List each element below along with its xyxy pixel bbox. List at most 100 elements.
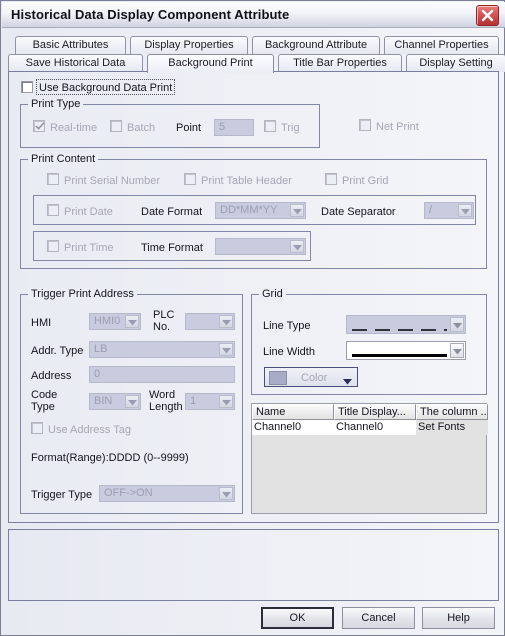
chevron-down-icon[interactable] bbox=[219, 395, 233, 408]
time-format-select[interactable] bbox=[215, 238, 306, 255]
date-format-select[interactable]: DD*MM*YY bbox=[215, 202, 306, 219]
tab-save-historical-data[interactable]: Save Historical Data bbox=[8, 54, 143, 72]
date-separator-select[interactable]: / bbox=[424, 202, 474, 219]
chevron-down-icon[interactable] bbox=[458, 204, 472, 217]
point-value: 5 bbox=[219, 121, 226, 133]
print-serial-number-checkbox[interactable] bbox=[47, 173, 59, 185]
table-column-the-column[interactable]: The column ... bbox=[416, 404, 488, 420]
plc-no-label: PLC No. bbox=[153, 309, 175, 333]
addr-type-select[interactable]: LB bbox=[89, 341, 235, 358]
hmi-value: HMI0 bbox=[94, 315, 121, 327]
line-width-select[interactable] bbox=[346, 341, 466, 360]
close-icon[interactable] bbox=[476, 5, 499, 26]
chevron-down-icon[interactable] bbox=[219, 343, 233, 356]
batch-checkbox[interactable] bbox=[110, 120, 122, 132]
trigger-type-value: OFF->ON bbox=[104, 487, 153, 499]
net-print-checkbox[interactable] bbox=[359, 119, 371, 131]
print-time-checkbox[interactable] bbox=[47, 240, 59, 252]
print-grid-checkbox[interactable] bbox=[325, 173, 337, 185]
line-type-select[interactable] bbox=[346, 315, 466, 334]
trigger-print-address-legend: Trigger Print Address bbox=[28, 288, 137, 300]
cancel-button[interactable]: Cancel bbox=[342, 607, 415, 629]
tab-background-print[interactable]: Background Print bbox=[147, 54, 274, 73]
word-length-label: Word Length bbox=[149, 389, 183, 413]
realtime-label: Real-time bbox=[50, 122, 98, 134]
print-time-subgroup: Print Time Time Format bbox=[33, 231, 311, 261]
table-column-name[interactable]: Name bbox=[252, 404, 334, 420]
tab-row-1: Basic Attributes Display Properties Back… bbox=[8, 36, 499, 54]
point-label: Point bbox=[176, 122, 202, 134]
point-input[interactable]: 5 bbox=[214, 119, 254, 136]
table-cell-set-fonts[interactable]: Set Fonts bbox=[416, 420, 488, 435]
print-time-label: Print Time bbox=[64, 242, 114, 254]
chevron-down-icon[interactable] bbox=[125, 315, 139, 328]
chevron-down-icon[interactable] bbox=[219, 487, 233, 500]
table-cell-title-display[interactable]: Channel0 bbox=[334, 420, 416, 435]
address-value: 0 bbox=[94, 368, 101, 380]
ok-button[interactable]: OK bbox=[261, 607, 334, 629]
batch-label: Batch bbox=[127, 122, 156, 134]
chevron-down-icon[interactable] bbox=[343, 376, 352, 388]
solid-line-icon bbox=[351, 349, 448, 361]
code-type-label: Code Type bbox=[31, 389, 58, 413]
tab-strip: Basic Attributes Display Properties Back… bbox=[8, 36, 505, 73]
chevron-down-icon[interactable] bbox=[125, 395, 139, 408]
print-content-legend: Print Content bbox=[28, 153, 99, 165]
title-bar: Historical Data Display Component Attrib… bbox=[2, 2, 505, 28]
line-type-label: Line Type bbox=[263, 320, 311, 332]
trigger-print-address-group: Trigger Print Address HMI HMI0 PLC No. A… bbox=[20, 288, 243, 514]
hmi-select[interactable]: HMI0 bbox=[89, 313, 141, 330]
page-title: Historical Data Display Component Attrib… bbox=[11, 7, 290, 22]
tab-basic-attributes[interactable]: Basic Attributes bbox=[15, 36, 126, 54]
footer-panel bbox=[8, 529, 499, 601]
plc-no-select[interactable] bbox=[185, 313, 235, 330]
line-width-label: Line Width bbox=[263, 346, 315, 358]
address-label: Address bbox=[31, 370, 72, 382]
chevron-down-icon[interactable] bbox=[219, 315, 233, 328]
tab-title-bar-properties[interactable]: Title Bar Properties bbox=[278, 54, 402, 72]
tab-row-2: Save Historical Data Background Print Ti… bbox=[8, 54, 505, 73]
table-row[interactable]: Channel0 Channel0 Set Fonts bbox=[252, 420, 488, 435]
use-address-tag-checkbox[interactable] bbox=[31, 422, 43, 434]
channel-table: Name Title Display... The column ... Cha… bbox=[251, 403, 488, 514]
print-table-header-checkbox[interactable] bbox=[184, 173, 196, 185]
code-type-select[interactable]: BIN bbox=[89, 393, 141, 410]
chevron-down-icon[interactable] bbox=[450, 317, 464, 332]
table-cell-name[interactable]: Channel0 bbox=[252, 420, 334, 435]
table-column-title-display[interactable]: Title Display... bbox=[334, 404, 416, 420]
grid-legend: Grid bbox=[259, 288, 286, 300]
grid-color-button[interactable]: Color bbox=[264, 367, 358, 387]
tab-background-attribute[interactable]: Background Attribute bbox=[252, 36, 380, 54]
print-type-group: Print Type Real-time Batch Point 5 Trig bbox=[20, 98, 320, 148]
trigger-type-label: Trigger Type bbox=[31, 489, 93, 501]
print-content-group: Print Content Print Serial Number Print … bbox=[20, 153, 487, 269]
chevron-down-icon[interactable] bbox=[290, 204, 304, 217]
code-type-value: BIN bbox=[94, 395, 113, 407]
color-swatch bbox=[269, 371, 287, 385]
tab-display-properties[interactable]: Display Properties bbox=[130, 36, 248, 54]
dialog-window: Historical Data Display Component Attrib… bbox=[0, 0, 505, 636]
address-input[interactable]: 0 bbox=[89, 366, 235, 383]
trig-checkbox[interactable] bbox=[264, 120, 276, 132]
tab-display-setting[interactable]: Display Setting bbox=[406, 54, 505, 72]
help-button[interactable]: Help bbox=[422, 607, 495, 629]
print-date-checkbox[interactable] bbox=[47, 204, 59, 216]
use-background-data-print-checkbox[interactable] bbox=[21, 81, 33, 93]
date-format-value: DD*MM*YY bbox=[220, 204, 278, 216]
print-table-header-label: Print Table Header bbox=[201, 175, 292, 187]
chevron-down-icon[interactable] bbox=[450, 343, 464, 358]
print-date-subgroup: Print Date Date Format DD*MM*YY Date Sep… bbox=[33, 195, 476, 225]
date-format-label: Date Format bbox=[141, 206, 203, 218]
tab-channel-properties[interactable]: Channel Properties bbox=[384, 36, 499, 54]
dashed-line-icon bbox=[351, 323, 448, 335]
trig-label: Trig bbox=[281, 122, 300, 134]
trigger-type-select[interactable]: OFF->ON bbox=[99, 485, 235, 502]
realtime-checkbox[interactable] bbox=[33, 120, 45, 132]
addr-type-value: LB bbox=[94, 343, 108, 355]
use-background-data-print-label: Use Background Data Print bbox=[39, 82, 173, 94]
tab-content-panel: Use Background Data Print Print Type Rea… bbox=[8, 71, 499, 523]
date-separator-value: / bbox=[429, 204, 433, 216]
chevron-down-icon[interactable] bbox=[290, 240, 304, 253]
table-header-row: Name Title Display... The column ... bbox=[252, 404, 488, 420]
word-length-select[interactable]: 1 bbox=[185, 393, 235, 410]
